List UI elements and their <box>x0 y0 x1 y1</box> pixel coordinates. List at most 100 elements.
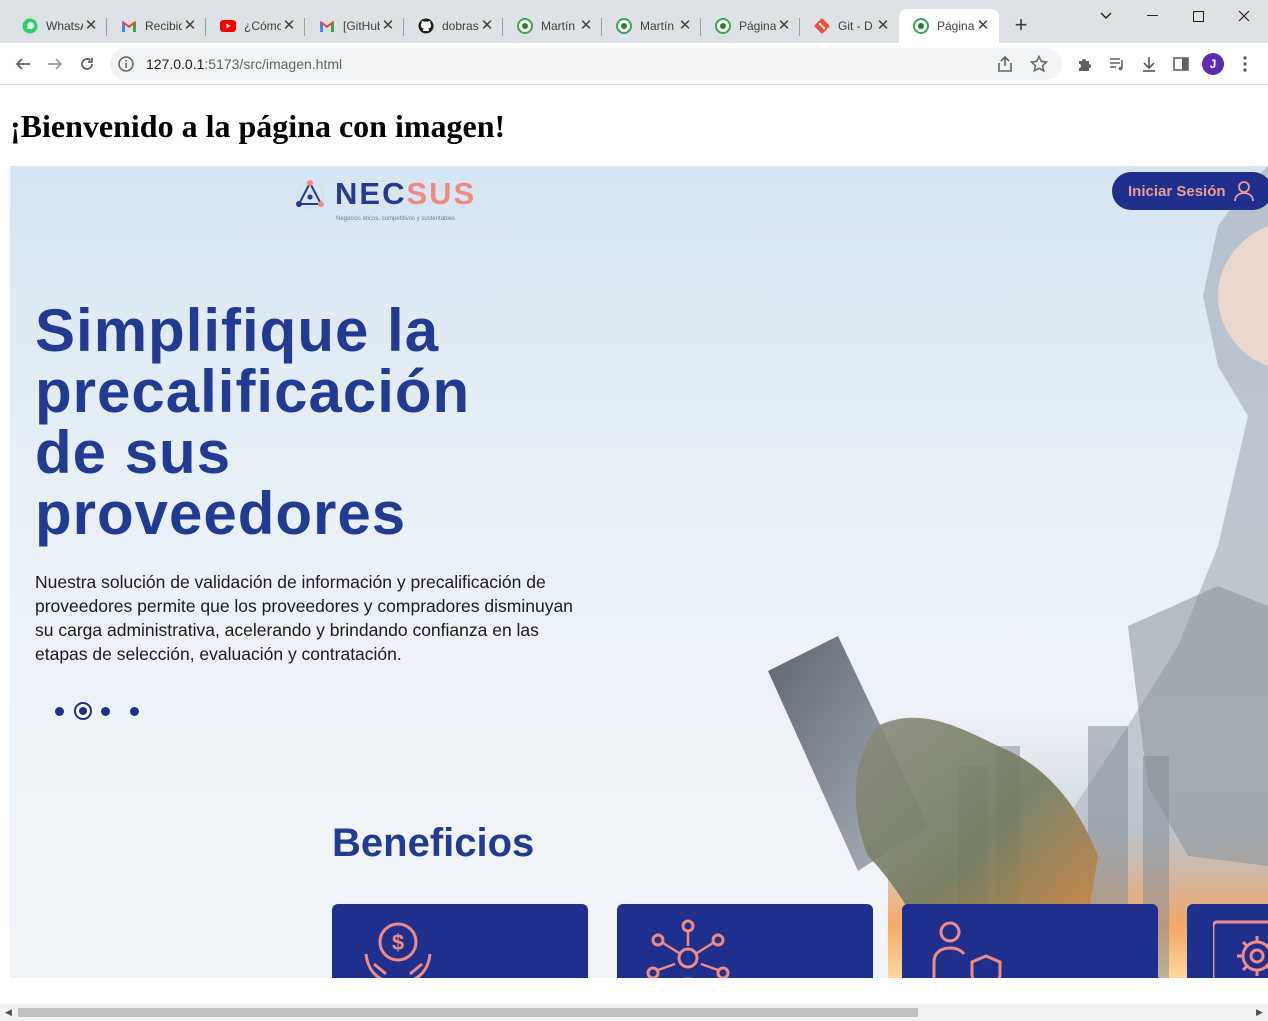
media-controls-button[interactable] <box>1104 51 1130 77</box>
maximize-icon <box>1192 10 1204 22</box>
browser-menu-button[interactable] <box>1232 51 1258 77</box>
logo-tagline: Negocios éticos, competitivos y sustenta… <box>336 216 456 222</box>
hero-headline-line: proveedores <box>35 480 407 547</box>
tab-title: Martín <box>640 19 675 33</box>
carousel-dot-3[interactable] <box>101 707 110 716</box>
hero-description: Nuestra solución de validación de inform… <box>35 572 573 664</box>
reload-icon <box>81 58 93 70</box>
extensions-button[interactable] <box>1072 51 1098 77</box>
minimize-button[interactable] <box>1129 0 1175 32</box>
scrollbar-thumb[interactable] <box>18 1008 918 1017</box>
horizontal-scrollbar[interactable]: ◀ ▶ <box>0 1004 1268 1021</box>
close-icon <box>1238 10 1250 22</box>
address-bar[interactable]: 127.0.0.1:5173/src/imagen.html <box>110 48 1062 80</box>
logo-wordmark: NECSUS <box>335 176 476 212</box>
gmail-icon <box>121 18 137 34</box>
tab-pagina-1[interactable]: Página ✕ <box>701 9 800 43</box>
carousel-dot-1[interactable] <box>55 707 64 716</box>
vite-globe-icon <box>715 18 731 34</box>
tab-title: Recibidos <box>145 19 182 33</box>
close-icon[interactable]: ✕ <box>776 18 792 34</box>
tab-martin-1[interactable]: Martín ✕ <box>503 9 602 43</box>
github-icon <box>418 18 434 34</box>
network-people-icon <box>646 919 730 978</box>
vite-globe-icon <box>616 18 632 34</box>
close-icon[interactable]: ✕ <box>182 18 198 34</box>
playlist-icon <box>1110 58 1123 71</box>
tab-pagina-active[interactable]: Página ✕ <box>899 9 999 43</box>
back-button[interactable] <box>10 51 36 77</box>
tab-title: dobras <box>442 19 479 33</box>
forward-button[interactable] <box>42 51 68 77</box>
close-icon[interactable]: ✕ <box>380 18 396 34</box>
close-icon[interactable]: ✕ <box>975 18 991 34</box>
benefit-card-2[interactable] <box>617 904 873 978</box>
page-title: ¡Bienvenido a la página con imagen! <box>10 108 506 144</box>
close-icon[interactable]: ✕ <box>83 18 99 34</box>
kebab-menu-icon <box>1243 56 1247 72</box>
hero-headline-line: de sus <box>35 419 232 486</box>
tab-gmail-github[interactable]: [GitHub] ✕ <box>305 9 404 43</box>
side-panel-button[interactable] <box>1168 51 1194 77</box>
hero-person-tablet-illustration <box>768 166 1268 978</box>
benefit-card-1[interactable]: $ <box>332 904 588 978</box>
vite-globe-icon <box>913 18 929 34</box>
info-icon[interactable] <box>118 56 134 72</box>
download-icon <box>1143 57 1155 72</box>
carousel-dot-4[interactable] <box>130 707 139 716</box>
tab-title: ¿Cómo <box>244 19 281 33</box>
benefits-heading: Beneficios <box>332 821 535 865</box>
chevron-down-icon <box>1100 12 1112 19</box>
whatsapp-icon <box>22 18 38 34</box>
tab-github[interactable]: dobras ✕ <box>404 9 503 43</box>
maximize-button[interactable] <box>1175 0 1221 32</box>
youtube-icon <box>220 18 236 34</box>
close-icon[interactable]: ✕ <box>875 18 891 34</box>
tab-title: WhatsApp <box>46 19 83 33</box>
new-tab-button[interactable]: + <box>1009 13 1033 37</box>
tab-search-button[interactable] <box>1083 0 1129 32</box>
share-icon <box>998 55 1012 72</box>
gmail-icon <box>319 18 335 34</box>
tab-title: Git - D <box>838 19 873 33</box>
close-icon[interactable]: ✕ <box>479 18 495 34</box>
logo-word-sus: SUS <box>406 176 477 211</box>
carousel-indicators <box>52 702 152 722</box>
money-hands-icon: $ <box>364 922 432 978</box>
login-label: Iniciar Sesión <box>1128 182 1226 200</box>
tab-title: [GitHub] <box>343 19 380 33</box>
scroll-right-arrow-icon[interactable]: ▶ <box>1251 1004 1268 1021</box>
carousel-dot-2[interactable] <box>74 702 92 720</box>
tab-whatsapp[interactable]: WhatsApp ✕ <box>8 9 107 43</box>
reload-button[interactable] <box>74 51 100 77</box>
arrow-right-icon <box>48 58 63 70</box>
minimize-icon <box>1146 15 1158 16</box>
url-text[interactable]: 127.0.0.1:5173/src/imagen.html <box>146 56 342 72</box>
share-button[interactable] <box>996 55 1014 78</box>
tab-title: Página <box>937 19 975 33</box>
benefit-card-4[interactable] <box>1187 904 1268 978</box>
url-host: 127.0.0.1 <box>146 56 205 72</box>
arrow-left-icon <box>15 58 30 70</box>
tab-martin-2[interactable]: Martín ✕ <box>602 9 701 43</box>
profile-avatar[interactable]: J <box>1202 53 1224 75</box>
downloads-button[interactable] <box>1136 51 1162 77</box>
necsus-logo[interactable]: NECSUS Negocios éticos, competitivos y s… <box>293 172 493 222</box>
close-window-button[interactable] <box>1221 0 1267 32</box>
close-icon[interactable]: ✕ <box>281 18 297 34</box>
close-icon[interactable]: ✕ <box>677 18 693 34</box>
login-button[interactable]: Iniciar Sesión <box>1112 172 1268 210</box>
scroll-left-arrow-icon[interactable]: ◀ <box>0 1004 17 1021</box>
tab-gmail-recibidos[interactable]: Recibidos ✕ <box>107 9 206 43</box>
bookmark-button[interactable] <box>1029 54 1049 78</box>
close-icon[interactable]: ✕ <box>578 18 594 34</box>
tab-youtube[interactable]: ¿Cómo ✕ <box>206 9 305 43</box>
url-path: :5173/src/imagen.html <box>204 56 343 72</box>
hero-headline-line: Simplifique la <box>35 297 440 364</box>
tab-git-docs[interactable]: Git - D ✕ <box>800 9 899 43</box>
tab-title: Página <box>739 19 776 33</box>
settings-gear-icon <box>1213 920 1268 978</box>
benefit-card-3[interactable] <box>902 904 1158 978</box>
hero-headline: Simplifique la precalificación de sus pr… <box>35 300 595 544</box>
page-viewport: ¡Bienvenido a la página con imagen! NECS… <box>0 86 1268 1004</box>
